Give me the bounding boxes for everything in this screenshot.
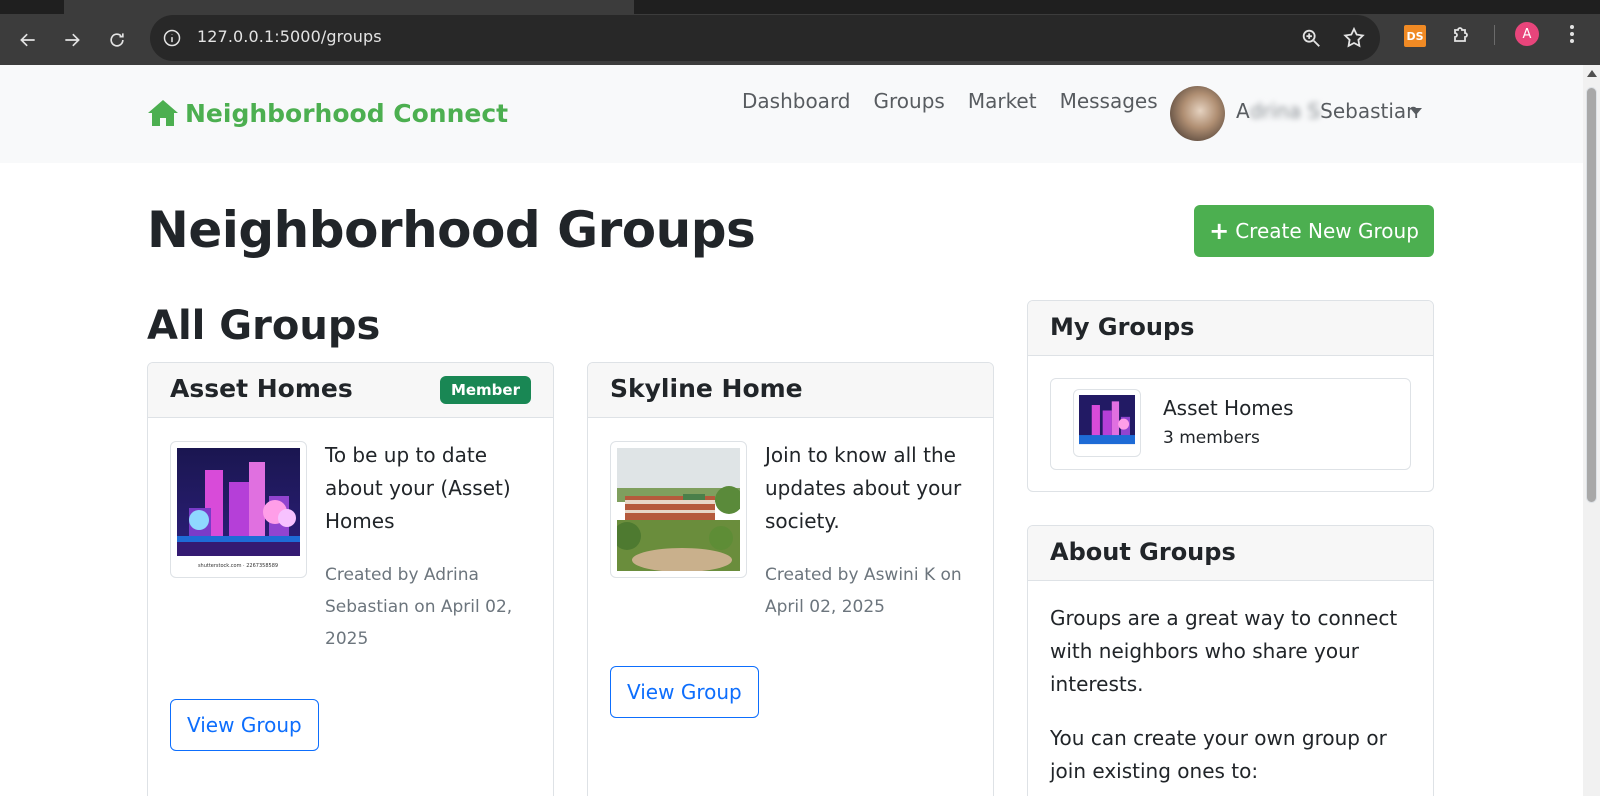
group-card-skyline-home: Skyline Home Join to know all the update…	[587, 362, 994, 796]
extensions-puzzle-icon[interactable]	[1450, 22, 1474, 46]
scroll-thumb[interactable]	[1586, 87, 1597, 503]
nav-dashboard[interactable]: Dashboard	[742, 89, 851, 113]
all-groups-heading: All Groups	[147, 303, 381, 349]
nav-messages[interactable]: Messages	[1060, 89, 1158, 113]
create-group-button[interactable]: + Create New Group	[1194, 205, 1434, 257]
zoom-icon[interactable]	[1300, 27, 1322, 49]
browser-menu-icon[interactable]	[1560, 22, 1584, 46]
my-group-members: 3 members	[1163, 428, 1260, 448]
tab-strip	[0, 0, 1600, 14]
nav-market[interactable]: Market	[968, 89, 1037, 113]
reload-icon[interactable]	[101, 24, 133, 56]
group-thumbnail	[1073, 389, 1141, 457]
user-name-obscured: A	[1236, 99, 1250, 123]
building-photo-image	[617, 448, 740, 571]
member-badge: Member	[439, 376, 531, 404]
user-menu-toggle[interactable]: Adrina SSebastian	[1236, 99, 1419, 123]
profile-avatar-icon[interactable]: A	[1515, 22, 1539, 46]
browser-toolbar: 127.0.0.1:5000/groups	[0, 14, 1600, 65]
my-group-name: Asset Homes	[1163, 396, 1294, 420]
plus-icon: +	[1209, 217, 1230, 245]
page-title: Neighborhood Groups	[147, 201, 756, 259]
page-scrollbar[interactable]	[1583, 65, 1600, 796]
forward-icon[interactable]	[56, 24, 88, 56]
group-card-asset-homes: Asset Homes Member shutterstock.com · 22…	[147, 362, 554, 796]
user-name: Sebastian	[1320, 99, 1419, 123]
group-image: shutterstock.com · 2267358589	[170, 441, 307, 578]
nav-groups[interactable]: Groups	[874, 89, 945, 113]
chevron-down-icon[interactable]	[1410, 108, 1422, 115]
city-night-image	[1079, 395, 1135, 451]
scroll-up-icon[interactable]	[1587, 70, 1597, 77]
card-header: Skyline Home	[588, 363, 993, 418]
card-header: About Groups	[1028, 526, 1433, 581]
main-nav: Dashboard Groups Market Messages	[742, 89, 1181, 113]
brand-link[interactable]: Neighborhood Connect	[147, 98, 508, 128]
active-tab[interactable]	[64, 0, 634, 14]
browser-chrome: 127.0.0.1:5000/groups DS A	[0, 0, 1600, 65]
about-groups-card: About Groups Groups are a great way to c…	[1027, 525, 1434, 796]
city-night-image: shutterstock.com · 2267358589	[177, 448, 300, 571]
group-name: Asset Homes	[170, 374, 353, 403]
card-header: My Groups	[1028, 301, 1433, 356]
about-groups-title: About Groups	[1050, 538, 1236, 566]
toolbar-divider	[1494, 25, 1495, 45]
home-icon	[148, 100, 178, 126]
group-meta: Created by Aswini K on April 02, 2025	[765, 565, 962, 617]
view-group-button[interactable]: View Group	[170, 699, 319, 751]
url-text[interactable]: 127.0.0.1:5000/groups	[197, 27, 382, 46]
view-group-button[interactable]: View Group	[610, 666, 759, 718]
back-icon[interactable]	[12, 24, 44, 56]
group-description: Join to know all the updates about your …	[765, 443, 962, 533]
brand-name: Neighborhood Connect	[185, 98, 509, 128]
card-header: Asset Homes Member	[148, 363, 553, 418]
address-bar[interactable]: 127.0.0.1:5000/groups	[150, 15, 1380, 61]
create-group-label: Create New Group	[1235, 219, 1419, 243]
site-info-icon[interactable]	[160, 26, 184, 50]
group-name: Skyline Home	[610, 374, 803, 403]
about-paragraph: You can create your own group or join ex…	[1050, 726, 1387, 783]
my-group-item[interactable]: Asset Homes 3 members	[1050, 378, 1411, 470]
svg-text:shutterstock.com · 2267358589: shutterstock.com · 2267358589	[198, 563, 278, 569]
user-avatar[interactable]	[1170, 86, 1225, 141]
group-image	[610, 441, 747, 578]
my-groups-title: My Groups	[1050, 313, 1195, 341]
extension-ds-icon[interactable]: DS	[1404, 25, 1426, 47]
about-paragraph: Groups are a great way to connect with n…	[1050, 606, 1398, 696]
page-viewport: Neighborhood Connect Dashboard Groups Ma…	[0, 65, 1583, 796]
bookmark-star-icon[interactable]	[1342, 26, 1366, 50]
group-description: To be up to date about your (Asset) Home…	[325, 443, 511, 533]
group-meta: Created by Adrina Sebastian on April 02,…	[325, 565, 513, 649]
my-groups-card: My Groups Asset Homes 3 members	[1027, 300, 1434, 492]
site-navbar: Neighborhood Connect Dashboard Groups Ma…	[0, 65, 1583, 163]
